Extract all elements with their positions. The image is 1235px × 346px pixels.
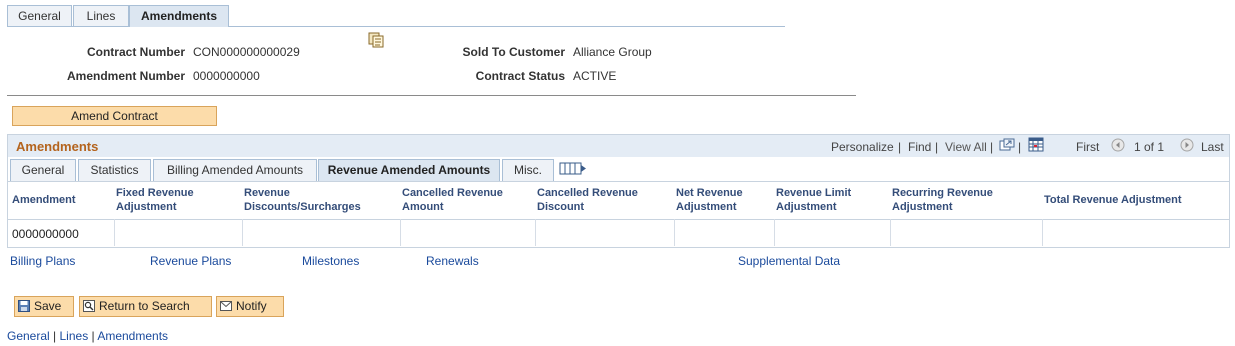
grid-column-headers: Amendment Fixed Revenue Adjustment Reven…: [8, 181, 1229, 220]
grid-tab-billing-amended-amounts[interactable]: Billing Amended Amounts: [153, 159, 317, 181]
col-net-revenue-adjustment[interactable]: Net Revenue Adjustment: [676, 186, 766, 214]
sold-to-value: Alliance Group: [573, 45, 652, 59]
cell-divider: [674, 219, 675, 246]
last-label: Last: [1201, 140, 1224, 154]
col-amendment[interactable]: Amendment: [12, 193, 76, 207]
related-content-icon[interactable]: [368, 32, 385, 48]
contract-number-label: Contract Number: [86, 45, 185, 59]
milestones-link[interactable]: Milestones: [302, 254, 359, 268]
footer-link-lines[interactable]: Lines: [60, 329, 89, 343]
col-cancelled-revenue-discount[interactable]: Cancelled Revenue Discount: [537, 186, 662, 214]
col-fixed-revenue-adjustment[interactable]: Fixed Revenue Adjustment: [116, 186, 226, 214]
zoom-icon[interactable]: [999, 138, 1015, 152]
grid-title: Amendments: [16, 139, 99, 154]
save-button[interactable]: Save: [14, 296, 74, 317]
supplemental-data-link[interactable]: Supplemental Data: [738, 254, 840, 268]
cell-divider: [114, 219, 115, 246]
next-icon[interactable]: [1180, 138, 1194, 152]
grid-tab-misc[interactable]: Misc.: [502, 159, 554, 181]
table-row: [8, 219, 1229, 246]
return-to-search-label: Return to Search: [99, 299, 190, 313]
amendment-number-value: 0000000000: [193, 69, 260, 83]
grid-tab-general[interactable]: General: [10, 159, 76, 181]
tab-general[interactable]: General: [7, 5, 72, 26]
footer-link-amendments[interactable]: Amendments: [97, 329, 168, 343]
cell-divider: [774, 219, 775, 246]
notify-button[interactable]: Notify: [216, 296, 284, 317]
cell-divider: [890, 219, 891, 246]
footer-nav: General | Lines | Amendments: [7, 329, 168, 343]
tab-general-label: General: [18, 9, 61, 23]
cell-divider: [535, 219, 536, 246]
row-range: 1 of 1: [1134, 140, 1165, 154]
separator: |: [898, 140, 902, 154]
tab-amendments-label: Amendments: [140, 9, 217, 23]
separator: |: [1018, 140, 1022, 154]
cell-divider: [1042, 219, 1043, 246]
col-revenue-limit-adjustment[interactable]: Revenue Limit Adjustment: [776, 186, 886, 214]
previous-icon[interactable]: [1111, 138, 1125, 152]
contract-status-value: ACTIVE: [573, 69, 617, 83]
contract-status-label: Contract Status: [475, 69, 565, 83]
col-total-revenue-adjustment[interactable]: Total Revenue Adjustment: [1044, 193, 1224, 207]
grid-tab-label: Revenue Amended Amounts: [327, 163, 491, 177]
grid-tab-label: Billing Amended Amounts: [166, 163, 304, 177]
tab-amendments[interactable]: Amendments: [129, 5, 229, 27]
notify-icon: [220, 301, 232, 311]
show-all-columns-icon[interactable]: [559, 162, 587, 176]
grid-tab-statistics[interactable]: Statistics: [78, 159, 151, 181]
revenue-plans-link[interactable]: Revenue Plans: [150, 254, 231, 268]
first-label: First: [1076, 140, 1100, 154]
col-recurring-revenue-adjustment[interactable]: Recurring Revenue Adjustment: [892, 186, 1032, 214]
billing-plans-link[interactable]: Billing Plans: [10, 254, 75, 268]
page-tabs: General Lines Amendments: [7, 5, 785, 27]
grid-tab-label: Misc.: [514, 163, 542, 177]
save-icon: [18, 300, 30, 312]
return-to-search-icon: [83, 300, 95, 312]
personalize-link[interactable]: Personalize: [831, 140, 894, 154]
tab-lines[interactable]: Lines: [73, 5, 129, 26]
notify-label: Notify: [236, 299, 267, 313]
amendments-grid: Amendments Personalize | Find | View All…: [7, 134, 1230, 248]
grid-tab-revenue-amended-amounts[interactable]: Revenue Amended Amounts: [318, 159, 500, 181]
grid-tab-label: General: [21, 163, 65, 177]
col-revenue-discounts-surcharges[interactable]: Revenue Discounts/Surcharges: [244, 186, 379, 214]
amend-contract-button[interactable]: Amend Contract: [12, 106, 217, 126]
grid-tab-label: Statistics: [90, 163, 139, 177]
contract-number-value: CON000000000029: [193, 45, 300, 59]
amendment-number-label: Amendment Number: [66, 69, 185, 83]
grid-header: Amendments Personalize | Find | View All…: [8, 135, 1229, 157]
find-link[interactable]: Find: [908, 140, 931, 154]
col-cancelled-revenue-amount[interactable]: Cancelled Revenue Amount: [402, 186, 527, 214]
download-grid-icon[interactable]: [1028, 137, 1044, 153]
view-all-link[interactable]: View All: [945, 140, 987, 154]
sold-to-label: Sold To Customer: [462, 45, 565, 59]
renewals-link[interactable]: Renewals: [426, 254, 479, 268]
save-label: Save: [34, 299, 62, 313]
separator: |: [990, 140, 994, 154]
separator: |: [935, 140, 939, 154]
return-to-search-button[interactable]: Return to Search: [79, 296, 212, 317]
footer-link-general[interactable]: General: [7, 329, 50, 343]
tab-lines-label: Lines: [86, 9, 116, 23]
divider: [7, 95, 856, 96]
cell-amendment: 0000000000: [12, 227, 79, 241]
cell-divider: [242, 219, 243, 246]
cell-divider: [400, 219, 401, 246]
